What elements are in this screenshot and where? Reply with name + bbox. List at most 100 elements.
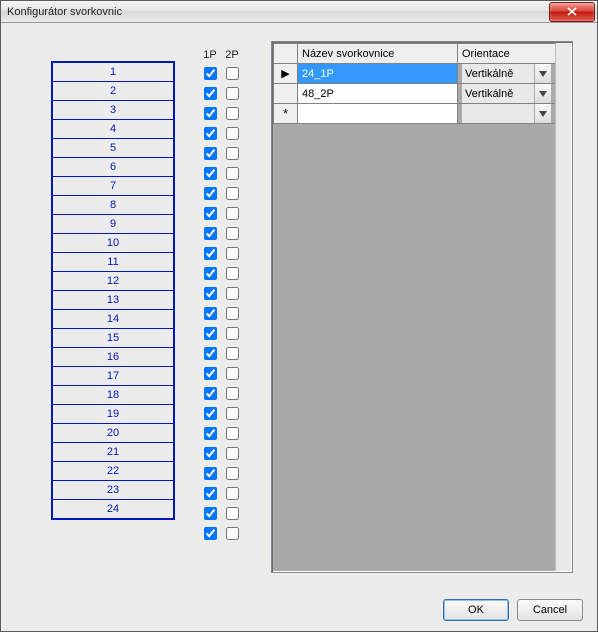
close-button[interactable] xyxy=(549,2,595,22)
table-row[interactable]: ▶24_1PVertikálně xyxy=(274,64,556,84)
terminal-row[interactable]: 18 xyxy=(53,386,173,405)
checkbox-row xyxy=(199,483,243,503)
new-row-marker[interactable]: * xyxy=(274,104,298,124)
checkbox-2p[interactable] xyxy=(226,327,239,340)
checkbox-2p[interactable] xyxy=(226,307,239,320)
checkbox-2p[interactable] xyxy=(226,107,239,120)
grid-header-orientation[interactable]: Orientace xyxy=(458,44,556,64)
terminal-row[interactable]: 5 xyxy=(53,139,173,158)
checkbox-1p[interactable] xyxy=(204,367,217,380)
terminal-row[interactable]: 14 xyxy=(53,310,173,329)
checkbox-2p[interactable] xyxy=(226,287,239,300)
checkbox-2p[interactable] xyxy=(226,187,239,200)
checkbox-1p[interactable] xyxy=(204,347,217,360)
cell-name[interactable]: 48_2P xyxy=(298,84,458,104)
cell-orientation[interactable]: Vertikálně xyxy=(458,84,556,104)
checkbox-2p[interactable] xyxy=(226,467,239,480)
checkbox-2p[interactable] xyxy=(226,67,239,80)
terminal-row[interactable]: 3 xyxy=(53,101,173,120)
checkbox-1p[interactable] xyxy=(204,87,217,100)
terminal-row[interactable]: 9 xyxy=(53,215,173,234)
terminal-row[interactable]: 17 xyxy=(53,367,173,386)
cell-orientation[interactable]: Vertikálně xyxy=(458,64,556,84)
checkbox-2p[interactable] xyxy=(226,487,239,500)
checkbox-1p[interactable] xyxy=(204,167,217,180)
terminal-row[interactable]: 20 xyxy=(53,424,173,443)
terminal-row[interactable]: 11 xyxy=(53,253,173,272)
checkbox-2p[interactable] xyxy=(226,127,239,140)
checkbox-row xyxy=(199,223,243,243)
checkbox-1p[interactable] xyxy=(204,387,217,400)
checkbox-1p[interactable] xyxy=(204,527,217,540)
checkbox-1p[interactable] xyxy=(204,507,217,520)
grid-header-name[interactable]: Název svorkovnice xyxy=(298,44,458,64)
checkbox-2p[interactable] xyxy=(226,267,239,280)
checkbox-2p[interactable] xyxy=(226,507,239,520)
terminal-row[interactable]: 4 xyxy=(53,120,173,139)
cell-name[interactable]: 24_1P xyxy=(298,64,458,84)
grid-corner[interactable] xyxy=(274,44,298,64)
checkbox-2p[interactable] xyxy=(226,367,239,380)
checkbox-2p[interactable] xyxy=(226,447,239,460)
chevron-down-icon[interactable] xyxy=(534,84,551,103)
checkbox-2p[interactable] xyxy=(226,407,239,420)
checkbox-1p[interactable] xyxy=(204,67,217,80)
checkbox-2p[interactable] xyxy=(226,427,239,440)
checkbox-1p[interactable] xyxy=(204,407,217,420)
terminal-row[interactable]: 19 xyxy=(53,405,173,424)
checkbox-2p[interactable] xyxy=(226,87,239,100)
table-row-new[interactable]: * xyxy=(274,104,556,124)
terminal-row[interactable]: 1 xyxy=(53,63,173,82)
checkbox-2p[interactable] xyxy=(226,387,239,400)
ok-button[interactable]: OK xyxy=(443,599,509,621)
checkbox-2p[interactable] xyxy=(226,207,239,220)
checkbox-1p[interactable] xyxy=(204,307,217,320)
table-row[interactable]: 48_2PVertikálně xyxy=(274,84,556,104)
terminal-row[interactable]: 21 xyxy=(53,443,173,462)
checkbox-1p[interactable] xyxy=(204,427,217,440)
checkbox-1p[interactable] xyxy=(204,267,217,280)
checkbox-1p[interactable] xyxy=(204,487,217,500)
terminal-row[interactable]: 10 xyxy=(53,234,173,253)
grid-scrollbar[interactable] xyxy=(555,43,571,571)
cell-orientation[interactable] xyxy=(458,104,556,124)
checkbox-1p[interactable] xyxy=(204,227,217,240)
terminal-row[interactable]: 15 xyxy=(53,329,173,348)
terminal-block-grid[interactable]: Název svorkovnice Orientace ▶24_1PVertik… xyxy=(271,41,573,573)
checkbox-1p[interactable] xyxy=(204,127,217,140)
checkbox-1p[interactable] xyxy=(204,187,217,200)
checkbox-1p[interactable] xyxy=(204,207,217,220)
terminal-row[interactable]: 8 xyxy=(53,196,173,215)
checkbox-1p[interactable] xyxy=(204,247,217,260)
checkbox-2p[interactable] xyxy=(226,227,239,240)
checkbox-1p[interactable] xyxy=(204,467,217,480)
checkbox-2p[interactable] xyxy=(226,167,239,180)
terminal-row[interactable]: 2 xyxy=(53,82,173,101)
terminal-row[interactable]: 23 xyxy=(53,481,173,500)
cancel-button[interactable]: Cancel xyxy=(517,599,583,621)
window-title: Konfigurátor svorkovnic xyxy=(7,6,122,18)
row-selector[interactable] xyxy=(274,84,298,104)
terminal-row[interactable]: 6 xyxy=(53,158,173,177)
checkbox-2p[interactable] xyxy=(226,147,239,160)
checkbox-1p[interactable] xyxy=(204,107,217,120)
checkbox-row xyxy=(199,423,243,443)
terminal-row[interactable]: 7 xyxy=(53,177,173,196)
chevron-down-icon[interactable] xyxy=(534,64,551,83)
terminal-row[interactable]: 22 xyxy=(53,462,173,481)
checkbox-1p[interactable] xyxy=(204,327,217,340)
terminal-row[interactable]: 16 xyxy=(53,348,173,367)
terminal-row[interactable]: 12 xyxy=(53,272,173,291)
checkbox-1p[interactable] xyxy=(204,447,217,460)
terminal-row[interactable]: 13 xyxy=(53,291,173,310)
row-selector[interactable]: ▶ xyxy=(274,64,298,84)
checkbox-2p[interactable] xyxy=(226,247,239,260)
checkbox-1p[interactable] xyxy=(204,147,217,160)
checkbox-1p[interactable] xyxy=(204,287,217,300)
checkbox-2p[interactable] xyxy=(226,527,239,540)
cell-name[interactable] xyxy=(298,104,458,124)
checkbox-row xyxy=(199,103,243,123)
terminal-row[interactable]: 24 xyxy=(53,500,173,518)
chevron-down-icon[interactable] xyxy=(534,104,551,123)
checkbox-2p[interactable] xyxy=(226,347,239,360)
